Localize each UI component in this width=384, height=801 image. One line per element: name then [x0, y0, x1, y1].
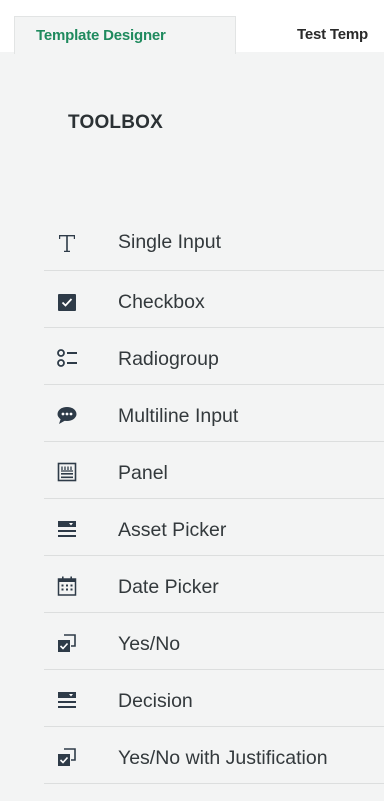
toolbox-item-multiline-input[interactable]: Multiline Input: [44, 385, 384, 442]
toolbox-item-label: Yes/No: [118, 633, 181, 655]
dropdown-list-icon: [56, 518, 78, 540]
tab-bar: Template Designer Test Temp: [0, 0, 384, 54]
dropdown-list-icon: [56, 689, 78, 711]
tab-template-designer[interactable]: Template Designer: [14, 16, 236, 54]
toolbox-item-panel[interactable]: Panel: [44, 442, 384, 499]
toolbox-item-label: Date Picker: [118, 576, 219, 598]
toolbox-item-date-picker[interactable]: Date Picker: [44, 556, 384, 613]
toolbox-item-label: Checkbox: [118, 291, 205, 313]
toolbox-item-label: Yes/No with Justification: [118, 747, 328, 769]
text-icon: [56, 232, 78, 254]
toolbox-item-single-input[interactable]: Single Input: [44, 213, 384, 271]
panel-icon: [56, 461, 78, 483]
comment-icon: [56, 404, 78, 426]
toolbox-item-label: Single Input: [118, 231, 221, 253]
calendar-icon: [56, 575, 78, 597]
toolbox-list: Single Input Checkbox Radiogroup Multili…: [44, 213, 384, 784]
toolbox-item-decision[interactable]: Decision: [44, 670, 384, 727]
toolbox-item-label: Multiline Input: [118, 405, 239, 427]
boolean-icon: [56, 746, 78, 768]
checkbox-icon: [56, 290, 78, 312]
tab-test-template-label: Test Temp: [297, 26, 368, 43]
toolbox-item-label: Panel: [118, 462, 168, 484]
radiogroup-icon: [56, 347, 78, 369]
toolbox-item-label: Decision: [118, 690, 193, 712]
tab-test-template[interactable]: Test Temp: [297, 16, 384, 52]
toolbox-item-checkbox[interactable]: Checkbox: [44, 271, 384, 328]
tab-template-designer-label: Template Designer: [36, 27, 166, 44]
toolbox-item-yes-no-with-justification[interactable]: Yes/No with Justification: [44, 727, 384, 784]
toolbox-item-label: Radiogroup: [118, 348, 219, 370]
toolbox-item-label: Asset Picker: [118, 519, 227, 541]
toolbox-item-asset-picker[interactable]: Asset Picker: [44, 499, 384, 556]
boolean-icon: [56, 632, 78, 654]
toolbox-item-yes-no[interactable]: Yes/No: [44, 613, 384, 670]
toolbox-item-radiogroup[interactable]: Radiogroup: [44, 328, 384, 385]
toolbox-title: TOOLBOX: [68, 112, 163, 133]
